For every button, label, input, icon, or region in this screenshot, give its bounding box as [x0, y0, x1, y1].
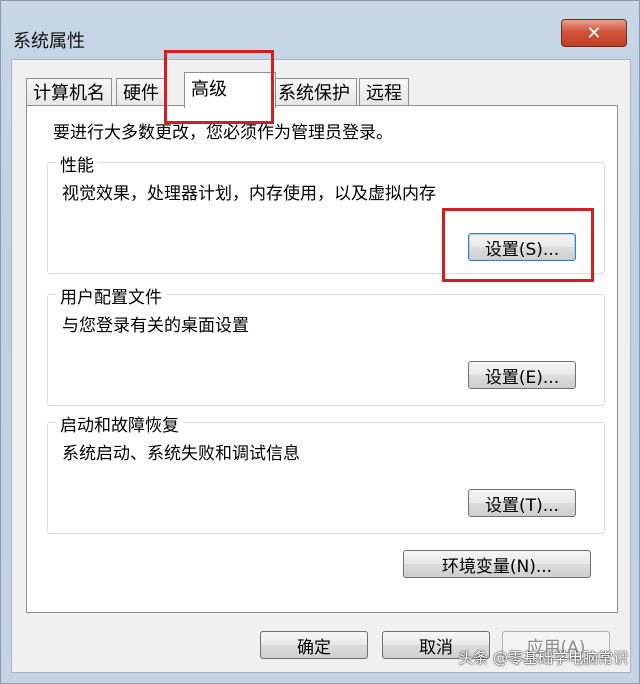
performance-settings-button[interactable]: 设置(S)... [468, 233, 576, 261]
tab-advanced[interactable]: 高级 [184, 72, 276, 108]
environment-variables-button[interactable]: 环境变量(N)... [403, 550, 591, 578]
watermark: 头条 @零基础学电脑常识 [458, 649, 628, 667]
user-profiles-description: 与您登录有关的桌面设置 [62, 316, 249, 336]
tab-hardware[interactable]: 硬件 [116, 78, 166, 108]
tab-system-protection[interactable]: 系统保护 [271, 78, 357, 108]
close-button[interactable]: ✕ [561, 19, 627, 47]
performance-description: 视觉效果，处理器计划，内存使用，以及虚拟内存 [62, 184, 436, 204]
user-profiles-title: 用户配置文件 [56, 283, 166, 308]
performance-group: 性能 视觉效果，处理器计划，内存使用，以及虚拟内存 设置(S)... [47, 151, 605, 274]
tab-computer-name[interactable]: 计算机名 [26, 78, 112, 108]
ok-button[interactable]: 确定 [260, 631, 368, 659]
performance-title: 性能 [56, 151, 98, 176]
title-bar[interactable]: 系统属性 ✕ [1, 1, 639, 59]
window-title: 系统属性 [13, 31, 85, 52]
admin-note: 要进行大多数更改，您必须作为管理员登录。 [53, 123, 393, 143]
system-properties-window: 系统属性 ✕ 计算机名 硬件 高级 系统保护 远程 要进行大多数更改，您必须作为… [0, 0, 640, 684]
tab-remote[interactable]: 远程 [359, 78, 409, 108]
startup-recovery-settings-button[interactable]: 设置(T)... [468, 489, 576, 517]
startup-recovery-title: 启动和故障恢复 [56, 411, 183, 436]
advanced-tab-panel: 要进行大多数更改，您必须作为管理员登录。 性能 视觉效果，处理器计划，内存使用，… [26, 105, 618, 613]
dialog-client-area: 计算机名 硬件 高级 系统保护 远程 要进行大多数更改，您必须作为管理员登录。 … [11, 59, 631, 673]
startup-recovery-group: 启动和故障恢复 系统启动、系统失败和调试信息 设置(T)... [47, 411, 605, 534]
close-icon: ✕ [586, 22, 602, 44]
user-profiles-group: 用户配置文件 与您登录有关的桌面设置 设置(E)... [47, 283, 605, 406]
user-profiles-settings-button[interactable]: 设置(E)... [468, 361, 576, 389]
startup-recovery-description: 系统启动、系统失败和调试信息 [62, 444, 300, 464]
